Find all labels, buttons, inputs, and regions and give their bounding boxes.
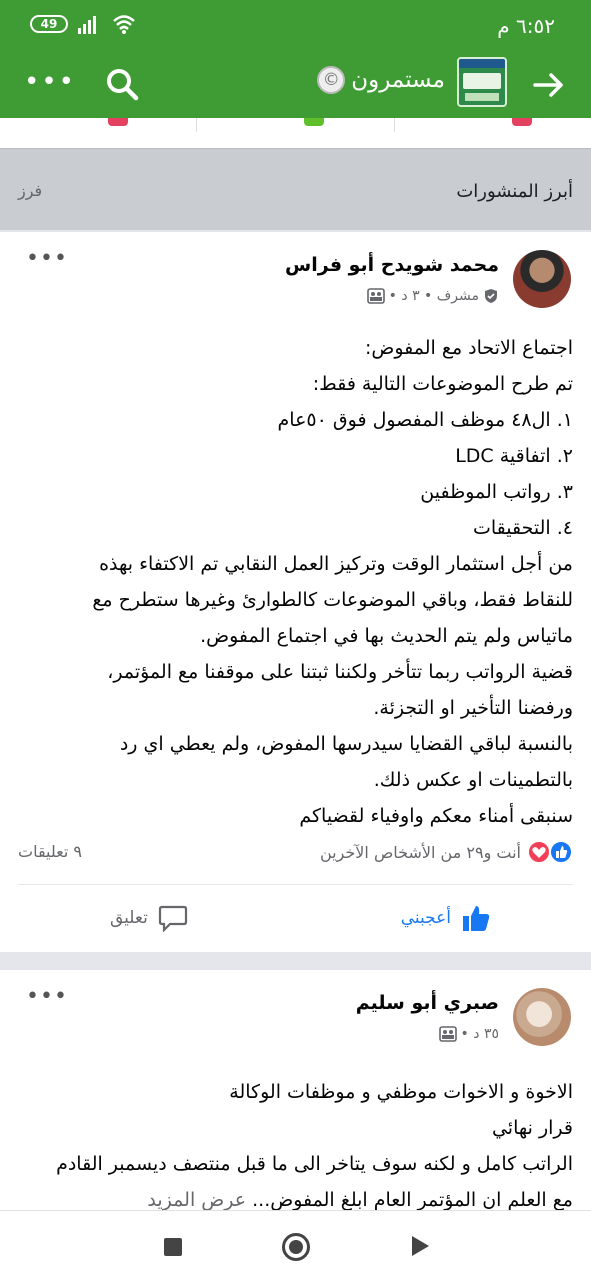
love-reaction-icon <box>527 840 551 864</box>
copyright-icon: © <box>317 66 346 94</box>
chip-icon <box>108 118 128 126</box>
verified-badge-icon <box>485 289 497 303</box>
comment-label: تعليق <box>110 908 148 928</box>
comment-bubble-icon <box>158 905 187 932</box>
post-line: ٣. رواتب الموظفين <box>420 481 573 503</box>
post-line: الاخوة و الاخوات موظفي و موظفات الوكالة <box>229 1081 573 1103</box>
post-meta-text: ٣٥ د • <box>460 1026 499 1042</box>
post-line-text: مع العلم ان المؤتمر العام ابلغ المفوض... <box>252 1189 573 1211</box>
home-icon[interactable] <box>282 1233 310 1261</box>
post-body: الاخوة و الاخوات موظفي و موظفات الوكالة … <box>14 1074 573 1218</box>
group-title[interactable]: مستمرون © <box>317 66 445 94</box>
like-button[interactable]: أعجبني <box>401 904 491 932</box>
post-line: الراتب كامل و لكنه سوف يتاخر الى ما قبل … <box>56 1153 573 1175</box>
post-line: ٤. التحقيقات <box>473 517 573 539</box>
post-author[interactable]: صبري أبو سليم <box>356 992 499 1014</box>
post-body: اجتماع الاتحاد مع المفوض: تم طرح الموضوع… <box>14 330 573 834</box>
more-options-icon[interactable]: ••• <box>24 69 76 95</box>
chip-icon <box>304 118 324 126</box>
back-triangle-icon[interactable] <box>410 1235 430 1257</box>
post-line: قرار نهائي <box>491 1117 573 1139</box>
post-card: صبري أبو سليم ٣٥ د • ••• الاخوة و الاخوا… <box>0 970 591 1211</box>
signal-icon <box>78 16 96 34</box>
thumbs-up-icon <box>463 906 490 931</box>
group-privacy-icon <box>438 1026 457 1042</box>
avatar[interactable] <box>513 250 571 308</box>
comment-button[interactable]: تعليق <box>110 904 188 932</box>
post-line: ورفضنا التأخير او التجزئة. <box>373 697 573 719</box>
scrolled-action-row <box>0 118 591 148</box>
app-bar: مستمرون © ••• <box>0 52 591 118</box>
post-line: بالتطمينات او عكس ذلك. <box>373 769 573 791</box>
reactions-text: أنت و٢٩ من الأشخاص الآخرين <box>319 842 521 862</box>
clock: ٦:٥٢ م <box>497 14 555 38</box>
sort-button[interactable]: فرز <box>18 181 42 200</box>
post-meta: ٣٥ د • <box>438 1026 499 1042</box>
post-meta: مشرف • ٣ د • <box>366 288 499 304</box>
divider <box>18 884 573 885</box>
post-line: بالنسبة لباقي القضايا سيدرسها المفوض، ول… <box>119 733 573 755</box>
chip-icon <box>512 118 532 126</box>
recent-apps-icon[interactable] <box>164 1238 182 1256</box>
post-options-icon[interactable]: ••• <box>26 246 68 271</box>
like-label: أعجبني <box>400 908 451 928</box>
post-line: من أجل استثمار الوقت وتركيز العمل النقاب… <box>99 553 573 575</box>
avatar[interactable] <box>513 988 571 1046</box>
post-line: قضية الرواتب ربما تتأخر ولكننا ثبتنا على… <box>107 661 573 683</box>
comments-count[interactable]: ٩ تعليقات <box>18 842 82 861</box>
status-bar: 49 ٦:٥٢ م <box>0 0 591 52</box>
section-header: أبرز المنشورات فرز <box>0 148 591 230</box>
group-logo[interactable] <box>457 57 507 107</box>
post-line: سنبقى أمناء معكم واوفياء لقضياكم <box>299 805 573 827</box>
system-nav-bar <box>0 1210 591 1280</box>
see-more-link[interactable]: عرض المزيد <box>147 1189 246 1211</box>
post-line: للنقاط فقط، وباقي الموضوعات كالطوارئ وغي… <box>92 589 573 611</box>
back-arrow-icon[interactable] <box>529 66 567 104</box>
status-icons: 49 <box>30 14 136 34</box>
post-line: ماتياس ولم يتم الحديث بها في اجتماع المف… <box>200 625 573 647</box>
section-title: أبرز المنشورات <box>456 181 573 202</box>
group-name-text: مستمرون <box>351 67 445 93</box>
post-line: تم طرح الموضوعات التالية فقط: <box>312 373 573 395</box>
post-line: ١. ال٤٨ موظف المفصول فوق ٥٠عام <box>277 409 573 431</box>
post-options-icon[interactable]: ••• <box>26 984 68 1009</box>
post-author[interactable]: محمد شويدح أبو فراس <box>285 254 499 276</box>
post-card: محمد شويدح أبو فراس مشرف • ٣ د • ••• اجت… <box>0 232 591 952</box>
post-meta-text: مشرف • ٣ د • <box>388 288 479 304</box>
battery-icon: 49 <box>30 15 68 33</box>
post-line: اجتماع الاتحاد مع المفوض: <box>364 337 573 359</box>
group-privacy-icon <box>366 288 385 304</box>
search-icon[interactable] <box>104 66 140 102</box>
like-reaction-icon <box>549 840 573 864</box>
post-line: ٢. اتفاقية LDC <box>455 445 573 467</box>
reactions-summary[interactable]: أنت و٢٩ من الأشخاص الآخرين <box>320 840 573 864</box>
wifi-icon <box>113 15 135 34</box>
